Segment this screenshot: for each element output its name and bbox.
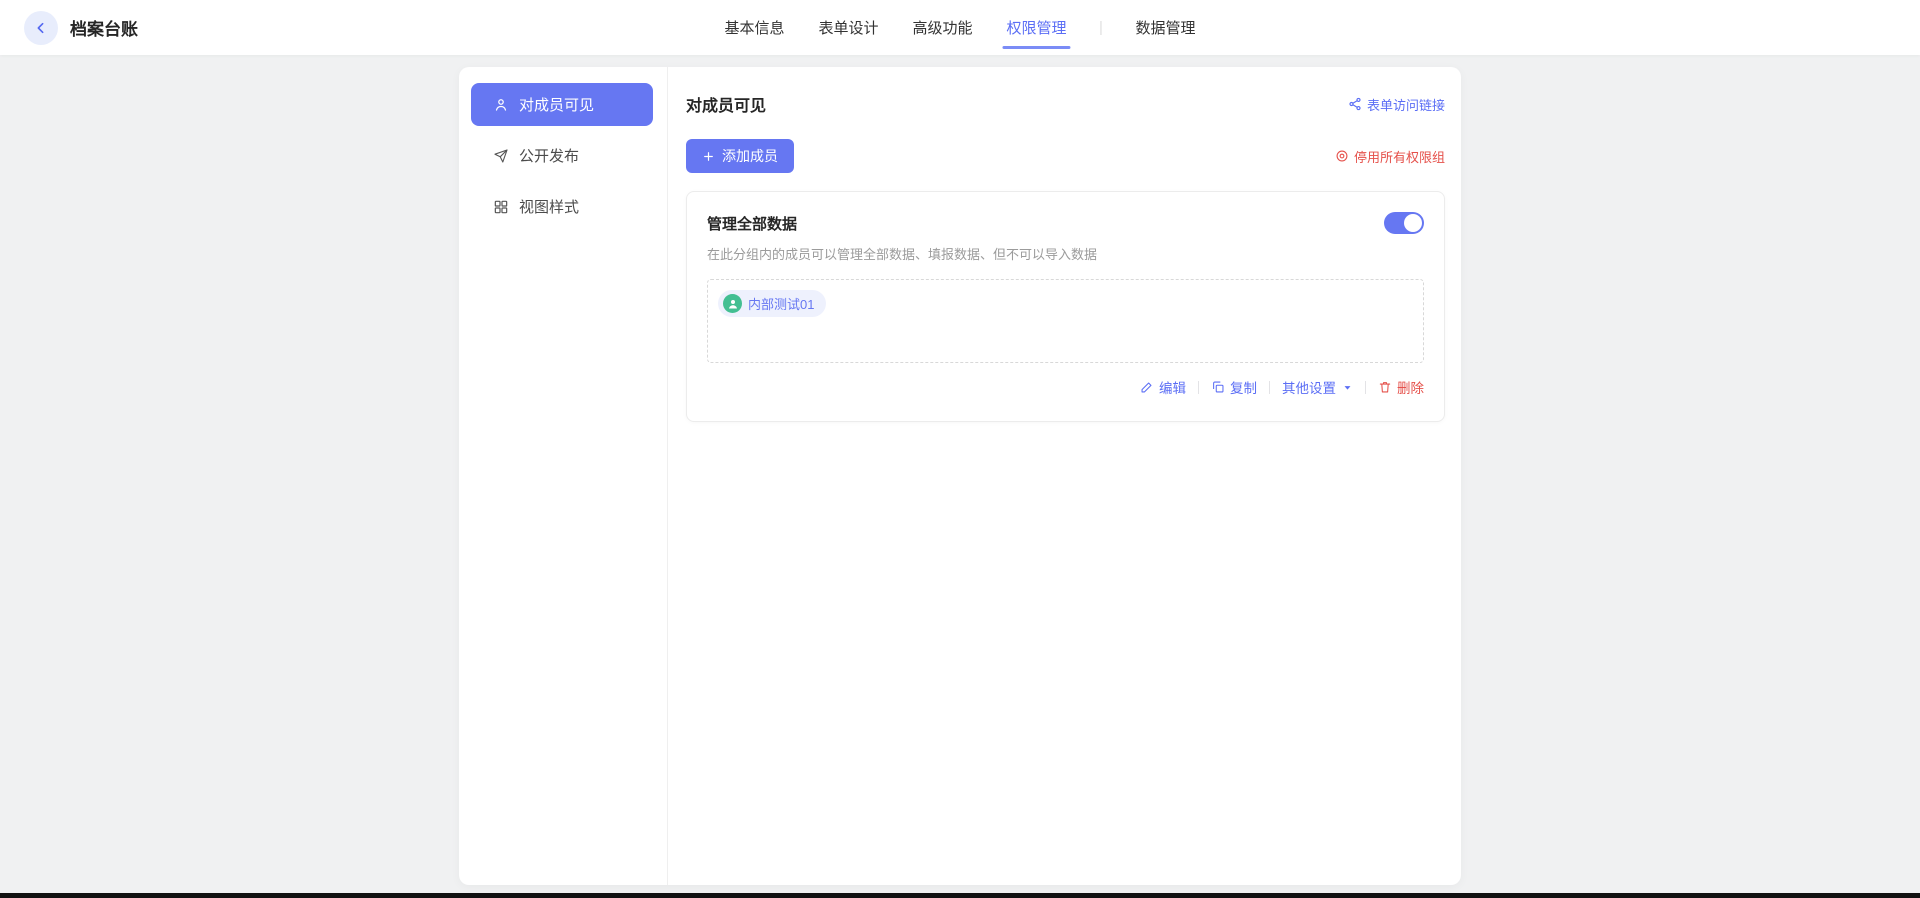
sidebar-item-label: 公开发布 [519,145,579,166]
tab-divider [1101,21,1102,35]
pencil-icon [1140,380,1154,394]
sidebar-item-public-publish[interactable]: 公开发布 [471,134,653,177]
add-member-button[interactable]: 添加成员 [686,139,794,173]
tab-basic-info[interactable]: 基本信息 [724,0,784,55]
add-member-label: 添加成员 [722,146,778,166]
tab-data-management[interactable]: 数据管理 [1136,0,1196,55]
copy-label: 复制 [1230,377,1257,397]
trash-icon [1378,380,1392,394]
action-divider [1365,381,1366,394]
disable-all-permission-groups-button[interactable]: 停用所有权限组 [1335,147,1445,166]
sidebar-item-label: 对成员可见 [519,94,594,115]
user-icon [493,97,509,113]
group-card-header: 管理全部数据 [707,212,1424,234]
disable-all-label: 停用所有权限组 [1354,147,1445,166]
copy-button[interactable]: 复制 [1211,377,1257,397]
group-actions: 编辑 复制 其他设置 [707,377,1424,397]
nav-tabs: 基本信息 表单设计 高级功能 权限管理 数据管理 [724,0,1195,55]
content-header: 对成员可见 表单访问链接 [686,67,1445,129]
panel-content: 对成员可见 表单访问链接 添加成员 [668,67,1461,885]
other-settings-label: 其他设置 [1282,377,1336,397]
chevron-left-icon [33,20,49,36]
toggle-knob [1404,214,1422,232]
permissions-panel: 对成员可见 公开发布 视图样式 对成员可见 [459,67,1461,885]
tab-form-design[interactable]: 表单设计 [818,0,878,55]
send-icon [493,148,509,164]
form-access-link-label: 表单访问链接 [1367,95,1445,114]
app-header: 档案台账 基本信息 表单设计 高级功能 权限管理 数据管理 [0,0,1920,55]
edit-label: 编辑 [1159,377,1186,397]
tab-advanced[interactable]: 高级功能 [912,0,972,55]
member-name: 内部测试01 [748,294,814,313]
action-divider [1269,381,1270,394]
caret-down-icon [1342,382,1353,393]
group-description: 在此分组内的成员可以管理全部数据、填报数据、但不可以导入数据 [707,244,1424,263]
action-divider [1198,381,1199,394]
permission-group-card: 管理全部数据 在此分组内的成员可以管理全部数据、填报数据、但不可以导入数据 内部… [686,191,1445,422]
plus-icon [702,150,715,163]
group-title: 管理全部数据 [707,213,797,234]
tab-permissions[interactable]: 权限管理 [1007,0,1067,55]
page-title: 档案台账 [70,15,138,40]
delete-button[interactable]: 删除 [1378,377,1424,397]
sidebar-item-view-style[interactable]: 视图样式 [471,185,653,228]
panel-sidebar: 对成员可见 公开发布 视图样式 [459,67,668,885]
grid-icon [493,199,509,215]
other-settings-button[interactable]: 其他设置 [1282,377,1353,397]
sidebar-item-label: 视图样式 [519,196,579,217]
content-title: 对成员可见 [686,92,766,116]
form-access-link[interactable]: 表单访问链接 [1348,95,1445,114]
copy-icon [1211,380,1225,394]
edit-button[interactable]: 编辑 [1140,377,1186,397]
member-chip[interactable]: 内部测试01 [718,290,826,317]
toolbar: 添加成员 停用所有权限组 [686,139,1445,173]
bottom-edge-bar [0,893,1920,898]
main-area: 对成员可见 公开发布 视图样式 对成员可见 [0,55,1920,898]
delete-label: 删除 [1397,377,1424,397]
disable-circle-icon [1335,149,1349,163]
member-avatar [723,294,742,313]
group-enabled-toggle[interactable] [1384,212,1424,234]
sidebar-item-visible-to-members[interactable]: 对成员可见 [471,83,653,126]
share-icon [1348,97,1362,111]
back-button[interactable] [24,11,58,45]
member-list-box[interactable]: 内部测试01 [707,279,1424,363]
